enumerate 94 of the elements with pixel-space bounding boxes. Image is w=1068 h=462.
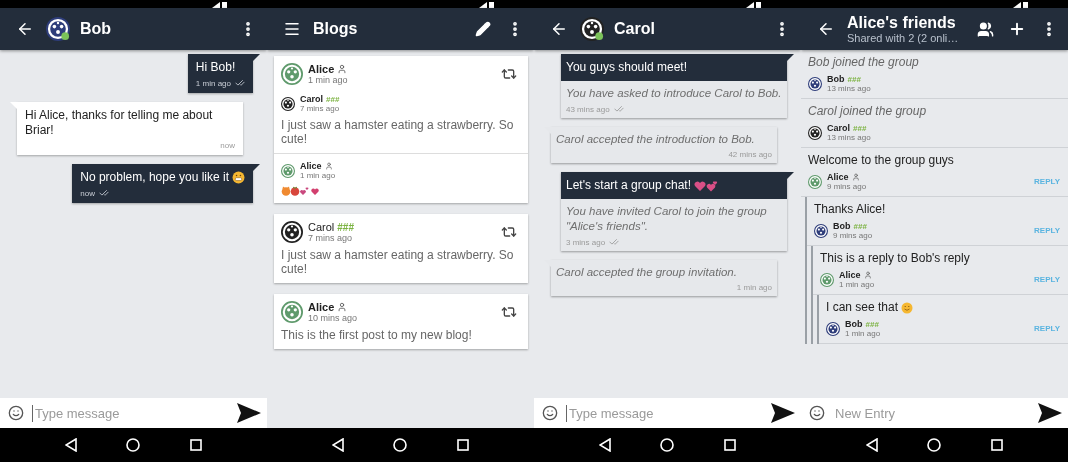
entry-text: I can see that xyxy=(826,300,899,315)
toolbar-title: Carol xyxy=(614,20,655,38)
post-time: 1 min ago xyxy=(300,171,336,180)
author-name: Bob xyxy=(833,221,851,231)
message-text: Let's start a group chat! xyxy=(566,178,692,193)
back-nav-icon[interactable] xyxy=(331,438,344,452)
message-text: No problem, hope you like it xyxy=(80,170,229,185)
battery-icon xyxy=(756,2,761,8)
introduction-note: You have asked to introduce Carol to Bob. xyxy=(566,86,782,101)
emoji-button[interactable] xyxy=(809,405,825,421)
notice-text: Carol joined the group xyxy=(808,104,927,119)
reply-button[interactable]: REPLY xyxy=(1034,177,1060,186)
author-name: Carol xyxy=(300,94,323,104)
recents-nav-icon[interactable] xyxy=(457,439,470,451)
send-icon[interactable] xyxy=(1038,403,1062,423)
message-time: 43 mins ago xyxy=(566,104,610,114)
trust-level: ### xyxy=(865,319,879,329)
message-text: You guys should meet! xyxy=(566,60,687,75)
post-time: 9 mins ago xyxy=(827,182,867,191)
toolbar-subtitle: Shared with 2 (2 onli… xyxy=(847,32,960,44)
author-name: Alice xyxy=(308,301,335,313)
trust-level: ### xyxy=(326,94,340,104)
reply-button[interactable]: REPLY xyxy=(1034,226,1060,235)
message-time: now xyxy=(220,141,235,150)
post-text: I just saw a hamster eating a strawberry. So cute! xyxy=(281,248,515,276)
send-icon[interactable] xyxy=(237,403,261,423)
author-name: Alice xyxy=(839,270,861,280)
message-time: 3 mins ago xyxy=(566,237,606,247)
reply-button[interactable]: REPLY xyxy=(1034,324,1060,333)
recents-nav-icon[interactable] xyxy=(724,439,737,451)
trust-level: ### xyxy=(853,123,867,133)
home-nav-icon[interactable] xyxy=(126,438,141,452)
reply-button[interactable]: REPLY xyxy=(1034,275,1060,284)
message-input[interactable]: Type message xyxy=(32,404,229,422)
author-name: Alice xyxy=(300,161,322,171)
message-time: 1 min ago xyxy=(736,283,772,292)
trust-level: ### xyxy=(337,221,354,233)
trust-level: ### xyxy=(853,221,867,231)
post-time: 1 min ago xyxy=(839,280,875,289)
emoji-button[interactable] xyxy=(8,405,24,421)
author-name: Alice xyxy=(308,63,335,75)
post-time: 13 mins ago xyxy=(827,84,871,93)
trust-level: ### xyxy=(847,74,861,84)
send-icon[interactable] xyxy=(771,403,795,423)
post-time: 7 mins ago xyxy=(308,233,354,243)
post-text: I just saw a hamster eating a strawberry. So cute! xyxy=(281,118,515,146)
battery-icon xyxy=(489,2,494,8)
author-name: Alice xyxy=(827,172,849,182)
notice-text: Carol accepted the group invitation. xyxy=(556,265,738,280)
battery-icon xyxy=(222,2,227,8)
toolbar-title: Blogs xyxy=(313,20,358,38)
message-text: Hi Bob! xyxy=(195,60,236,75)
message-input[interactable]: New Entry xyxy=(833,404,1030,422)
message-time: 42 mins ago xyxy=(728,150,772,159)
message-time: 1 min ago xyxy=(195,78,231,88)
recents-nav-icon[interactable] xyxy=(991,439,1004,451)
post-time: 1 min ago xyxy=(308,75,348,85)
author-name: Carol xyxy=(308,221,335,233)
message-text: Hi Alice, thanks for telling me about Briar! xyxy=(25,108,214,138)
author-name: Bob xyxy=(845,319,863,329)
introduction-note: You have invited Carol to join the group "Alice's friends". xyxy=(566,204,768,234)
back-nav-icon[interactable] xyxy=(64,438,77,452)
post-text: This is the first post to my new blog! xyxy=(281,328,473,342)
back-nav-icon[interactable] xyxy=(598,438,611,452)
double-check-icon xyxy=(235,78,245,88)
entry-text: This is a reply to Bob's reply xyxy=(820,251,970,266)
emoji-button[interactable] xyxy=(542,405,558,421)
message-input[interactable]: Type message xyxy=(566,404,763,422)
author-name: Bob xyxy=(827,74,845,84)
home-nav-icon[interactable] xyxy=(927,438,942,452)
recents-nav-icon[interactable] xyxy=(190,439,203,451)
post-time: 13 mins ago xyxy=(827,133,871,142)
post-time: 10 mins ago xyxy=(308,313,358,323)
message-field[interactable]: Type message xyxy=(0,398,267,428)
post-time: 1 min ago xyxy=(845,329,881,338)
double-check-icon xyxy=(98,188,109,198)
battery-icon xyxy=(1023,2,1028,8)
message-field[interactable]: Type message xyxy=(534,398,801,428)
message-field[interactable]: New Entry xyxy=(801,398,1068,428)
double-check-icon xyxy=(613,104,624,114)
author-name: Carol xyxy=(827,123,850,133)
notice-text: Bob joined the group xyxy=(808,55,919,70)
home-nav-icon[interactable] xyxy=(393,438,408,452)
entry-text: Thanks Alice! xyxy=(814,202,886,217)
notice-text: Carol accepted the introduction to Bob. xyxy=(556,132,756,147)
toolbar-title: Alice's friends xyxy=(847,14,957,32)
home-nav-icon[interactable] xyxy=(660,438,675,452)
post-time: 9 mins ago xyxy=(833,231,873,240)
entry-text: Welcome to the group guys xyxy=(808,153,954,168)
back-nav-icon[interactable] xyxy=(865,438,878,452)
message-time: now xyxy=(80,188,95,198)
toolbar-title: Bob xyxy=(80,20,112,38)
double-check-icon xyxy=(609,237,620,247)
post-time: 7 mins ago xyxy=(300,104,340,113)
